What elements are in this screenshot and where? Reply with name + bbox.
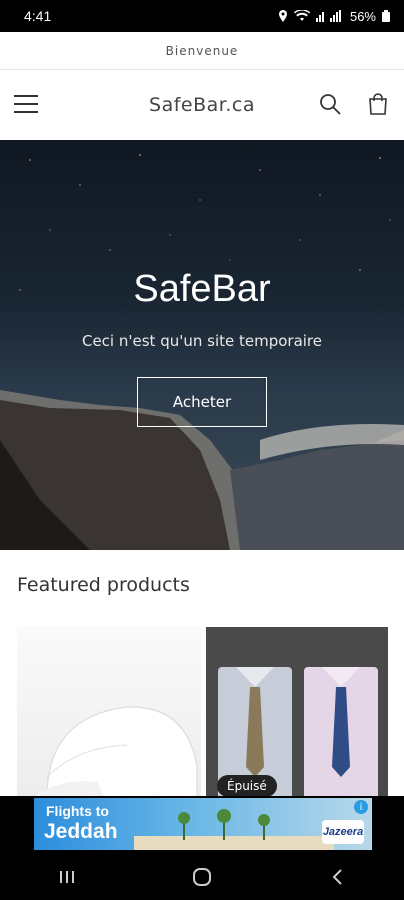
shop-button[interactable]: Acheter: [137, 377, 267, 427]
cap-image: [27, 706, 198, 802]
ad-brand-logo: Jazeera: [322, 820, 364, 844]
announcement-bar: Bienvenue: [0, 32, 404, 70]
hero-title: SafeBar: [133, 268, 271, 310]
announcement-text: Bienvenue: [165, 43, 239, 58]
recents-button[interactable]: [47, 862, 87, 892]
featured-products-heading: Featured products: [17, 574, 190, 596]
cart-icon[interactable]: [366, 92, 390, 116]
home-button[interactable]: [182, 862, 222, 892]
wifi-icon: [293, 10, 310, 21]
ad-creative[interactable]: Flights to Jeddah Jazeera i: [34, 798, 372, 850]
home-icon: [192, 868, 211, 886]
sold-out-badge: Épuisé: [217, 775, 277, 797]
signal-icon: [315, 10, 341, 22]
hero-banner: SafeBar Ceci n'est qu'un site temporaire…: [0, 140, 404, 550]
ad-banner[interactable]: Flights to Jeddah Jazeera i: [0, 796, 404, 854]
ad-headline-2: Jeddah: [44, 820, 118, 843]
location-icon: [278, 10, 287, 22]
battery-percent: 56%: [349, 8, 376, 24]
status-icons: 56%: [278, 9, 390, 24]
ad-info-icon[interactable]: i: [354, 800, 368, 814]
recents-icon: [60, 871, 75, 883]
back-icon: [332, 869, 342, 885]
site-logo[interactable]: SafeBar.ca: [149, 94, 255, 116]
hero-subtitle: Ceci n'est qu'un site temporaire: [81, 332, 322, 350]
status-time: 4:41: [24, 8, 52, 24]
system-nav-bar: [0, 854, 404, 900]
battery-icon: [382, 10, 390, 22]
back-button[interactable]: [317, 862, 357, 892]
ad-headline-1: Flights to: [46, 803, 109, 819]
status-bar: 4:41 56%: [0, 0, 404, 32]
menu-icon[interactable]: [14, 92, 38, 116]
site-header: SafeBar.ca: [0, 70, 404, 140]
product-card-cap[interactable]: [17, 627, 201, 802]
search-icon[interactable]: [318, 92, 342, 116]
